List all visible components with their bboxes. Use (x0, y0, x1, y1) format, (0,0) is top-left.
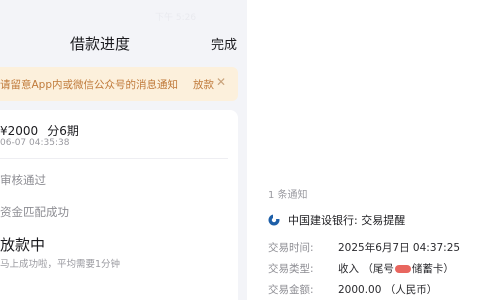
step-disbursing-desc: 马上成功啦，平均需要1分钟 (0, 259, 121, 270)
notification-panel: 1 条通知 中国建设银行: 交易提醒 交易时间: 2025年6月7日 04:37… (247, 0, 480, 300)
transaction-amount-label: 交易金额: (268, 284, 314, 296)
ccb-logo-icon (268, 214, 280, 226)
transaction-time-label: 交易时间: (268, 242, 314, 254)
step-review-approved: 审核通过 (0, 173, 46, 187)
notification-title: 中国建设银行: 交易提醒 (288, 214, 406, 227)
loan-periods: 分6期 (47, 124, 79, 138)
page-title: 借款进度 (70, 35, 131, 53)
loan-time: 06-07 04:35:38 (0, 138, 70, 148)
transaction-type-suffix: 储蓄卡） (411, 263, 454, 275)
transaction-time-value: 2025年6月7日 04:37:25 (338, 242, 461, 254)
redaction-mark (394, 265, 411, 273)
notice-text: 请留意App内或微信公众号的消息通知 (0, 79, 179, 91)
transaction-type-value: 收入 （尾号 储蓄卡） (338, 261, 454, 276)
loan-card: ¥2000 分6期 06-07 04:35:38 审核通过 资金匹配成功 放款中 … (0, 110, 238, 300)
step-fund-matched: 资金匹配成功 (0, 205, 69, 219)
notification-count: 1 条通知 (268, 190, 308, 201)
transaction-type-prefix: 收入 （尾号 (338, 263, 394, 275)
transaction-amount-value: 2000.00 （人民币） (338, 284, 438, 296)
done-button[interactable]: 完成 (211, 34, 237, 53)
notice-link[interactable]: 放款 (193, 77, 214, 92)
transaction-type-label: 交易类型: (268, 263, 314, 275)
loan-amount: ¥2000 (0, 124, 39, 138)
notice-banner: 请留意App内或微信公众号的消息通知 放款 ✕ (0, 67, 238, 101)
status-bar: 下午 5:26 (155, 13, 197, 23)
loan-amount-row: ¥2000 分6期 (0, 122, 79, 139)
loan-progress-panel: 下午 5:26 借款进度 完成 请留意App内或微信公众号的消息通知 放款 ✕ … (0, 0, 247, 300)
divider (0, 158, 228, 159)
step-disbursing: 放款中 (0, 236, 46, 254)
close-icon[interactable]: ✕ (216, 75, 226, 89)
